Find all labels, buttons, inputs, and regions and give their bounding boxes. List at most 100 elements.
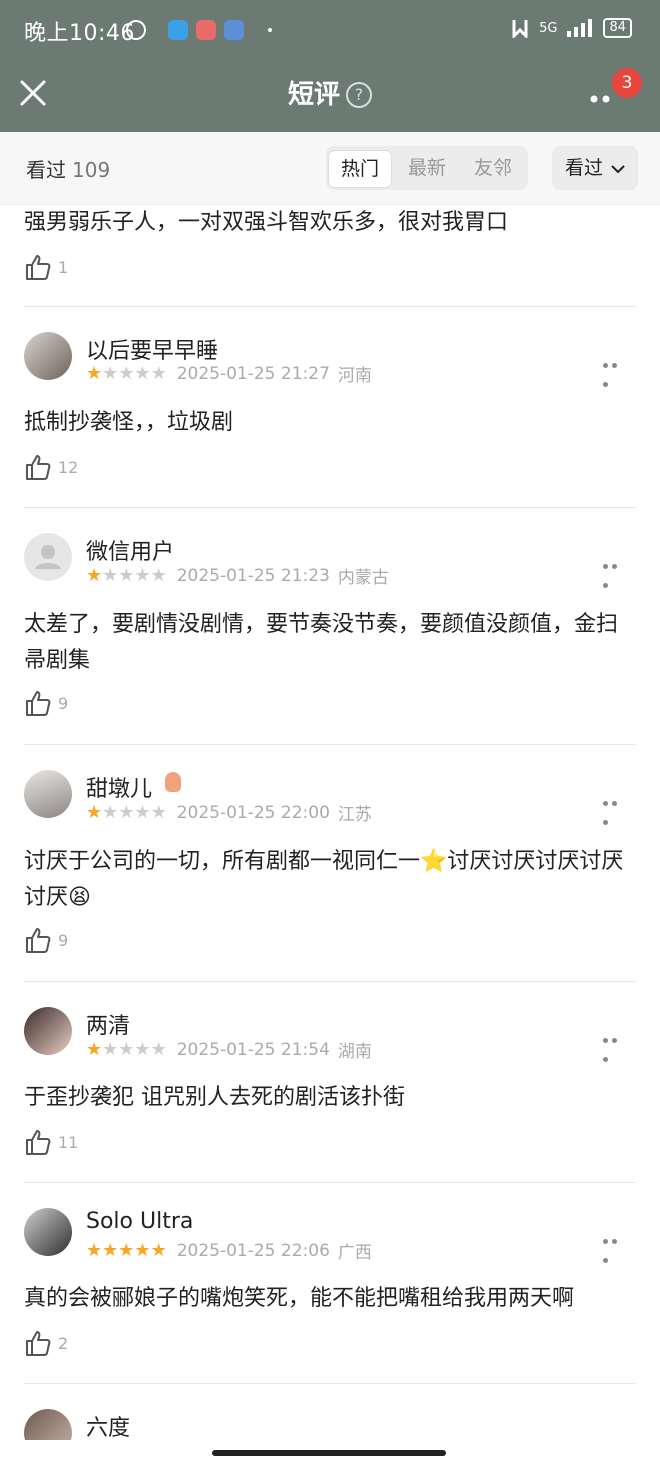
timer-icon (126, 20, 146, 40)
more-menu-icon[interactable] (590, 88, 614, 107)
more-options-icon[interactable] (603, 1229, 629, 1263)
status-app-icons (126, 20, 272, 40)
avatar[interactable] (24, 770, 72, 818)
star-icon: ★ (118, 564, 135, 586)
battery-icon: 84 (603, 18, 632, 38)
review-date: 2025-01-25 21:27 (176, 363, 330, 384)
thumbs-up-icon (26, 255, 51, 280)
dot-icon (268, 28, 272, 32)
star-icon: ★ (118, 1239, 135, 1261)
rating-stars: ★ ★ ★ ★ ★ (86, 1239, 167, 1261)
star-icon: ★ (102, 1038, 119, 1060)
review-item: 微信用户 ★ ★ ★ ★ ★ 2025-01-25 21:23 内蒙古 太差了，要剧情没… (0, 508, 660, 744)
review-item: 六度 (0, 1384, 660, 1464)
home-indicator[interactable] (212, 1450, 446, 1456)
username-text: 甜墩儿 (86, 777, 153, 802)
user-badge-icon (165, 772, 182, 792)
more-options-icon[interactable] (603, 1430, 629, 1464)
seen-count: 看过 109 (26, 154, 110, 183)
avatar[interactable] (24, 1208, 72, 1256)
more-options-icon[interactable] (603, 353, 629, 387)
username[interactable]: 微信用户 (86, 534, 174, 566)
star-icon: ★ (86, 1239, 103, 1261)
rating-stars: ★ ★ ★ ★ ★ (86, 362, 167, 384)
seen-filter-label: 看过 (564, 157, 603, 179)
help-icon[interactable]: ? (346, 82, 372, 108)
like-button[interactable]: 9 (24, 925, 68, 955)
thumbs-up-icon (26, 691, 51, 716)
review-date: 2025-01-25 21:23 (176, 565, 330, 586)
page-title-text: 短评 (287, 80, 340, 110)
review-date: 2025-01-25 22:06 (176, 1240, 330, 1261)
like-button[interactable]: 12 (24, 452, 78, 482)
review-text: 强男弱乐子人，一对双强斗智欢乐多，很对我胃口 (24, 210, 509, 235)
like-button[interactable]: 11 (24, 1127, 78, 1157)
more-options-icon[interactable] (603, 791, 629, 825)
thumbs-up-icon (26, 1331, 51, 1356)
app-notification-icon (224, 20, 244, 40)
star-icon: ★ (150, 564, 167, 586)
like-count: 1 (58, 257, 69, 277)
review-date: 2025-01-25 21:54 (176, 1039, 330, 1060)
network-label: 5G (539, 20, 558, 36)
thumbs-up-icon (26, 928, 51, 953)
like-button[interactable]: 2 (24, 1328, 68, 1358)
review-region: 广西 (337, 1243, 372, 1263)
star-icon: ★ (134, 564, 151, 586)
star-icon: ★ (134, 1239, 151, 1261)
review-text: 讨厌于公司的一切，所有剧都一视同仁一⭐讨厌讨厌讨厌讨厌讨厌😫 (24, 849, 624, 910)
default-avatar-icon (35, 545, 61, 569)
like-count: 11 (58, 1132, 79, 1152)
username[interactable]: 两清 (86, 1008, 130, 1040)
like-count: 9 (58, 693, 69, 713)
username[interactable]: 六度 (86, 1410, 130, 1442)
rating-stars: ★ ★ ★ ★ ★ (86, 1038, 167, 1060)
review-item: 甜墩儿 ★ ★ ★ ★ ★ 2025-01-25 22:00 江苏 讨厌于公司的一切，所… (0, 745, 660, 981)
star-icon: ★ (102, 1239, 119, 1261)
review-region: 内蒙古 (337, 568, 389, 588)
like-button[interactable]: 9 (24, 688, 68, 718)
status-right: 5G 84 (511, 18, 632, 38)
review-meta: ★ ★ ★ ★ ★ 2025-01-25 22:06 广西 (86, 1238, 372, 1264)
review-meta: ★ ★ ★ ★ ★ 2025-01-25 21:54 湖南 (86, 1037, 372, 1063)
tab-latest[interactable]: 最新 (396, 150, 458, 186)
review-item: Solo Ultra ★ ★ ★ ★ ★ 2025-01-25 22:06 广西 真的会… (0, 1183, 660, 1383)
more-options-icon[interactable] (603, 554, 629, 588)
status-bar: 晚上10:46 5G 84 (0, 0, 660, 60)
sort-tabs: 热门 最新 友邻 (326, 146, 528, 190)
signal-icon (567, 19, 593, 37)
like-count: 2 (58, 1333, 69, 1353)
review-text: 太差了，要剧情没剧情，要节奏没节奏，要颜值没颜值，金扫帚剧集 (24, 612, 619, 673)
tab-hot[interactable]: 热门 (328, 150, 392, 188)
seen-filter-dropdown[interactable]: 看过 (552, 146, 638, 190)
app-notification-icon (196, 20, 216, 40)
review-meta: ★ ★ ★ ★ ★ 2025-01-25 21:23 内蒙古 (86, 563, 389, 589)
review-text: 抵制抄袭怪，，垃圾剧 (24, 410, 234, 435)
app-notification-icon (168, 20, 188, 40)
review-item: 以后要早早睡 ★ ★ ★ ★ ★ 2025-01-25 21:27 河南 抵制抄袭怪，，… (0, 307, 660, 507)
star-icon: ★ (102, 564, 119, 586)
like-count: 12 (58, 457, 79, 477)
avatar[interactable] (24, 1007, 72, 1055)
review-text: 真的会被郦娘子的嘴炮笑死，能不能把嘴租给我用两天啊 (24, 1286, 575, 1311)
tab-friends[interactable]: 友邻 (462, 150, 524, 186)
star-icon: ★ (134, 362, 151, 384)
more-options-icon[interactable] (603, 1028, 629, 1062)
star-icon: ★ (86, 1038, 103, 1060)
review-date: 2025-01-25 22:00 (176, 802, 330, 823)
avatar[interactable] (24, 332, 72, 380)
username[interactable]: Solo Ultra (86, 1209, 193, 1234)
rating-stars: ★ ★ ★ ★ ★ (86, 801, 167, 823)
avatar[interactable] (24, 533, 72, 581)
star-icon: ★ (150, 1038, 167, 1060)
username[interactable]: 甜墩儿 (86, 771, 182, 803)
nfc-icon (512, 20, 528, 38)
review-region: 江苏 (337, 805, 372, 825)
status-time: 晚上10:46 (24, 21, 135, 46)
star-icon: ★ (118, 1038, 135, 1060)
star-icon: ★ (150, 801, 167, 823)
like-count: 9 (58, 930, 69, 950)
like-button[interactable]: 1 (24, 252, 68, 282)
chevron-down-icon (611, 165, 625, 174)
star-icon: ★ (134, 1038, 151, 1060)
